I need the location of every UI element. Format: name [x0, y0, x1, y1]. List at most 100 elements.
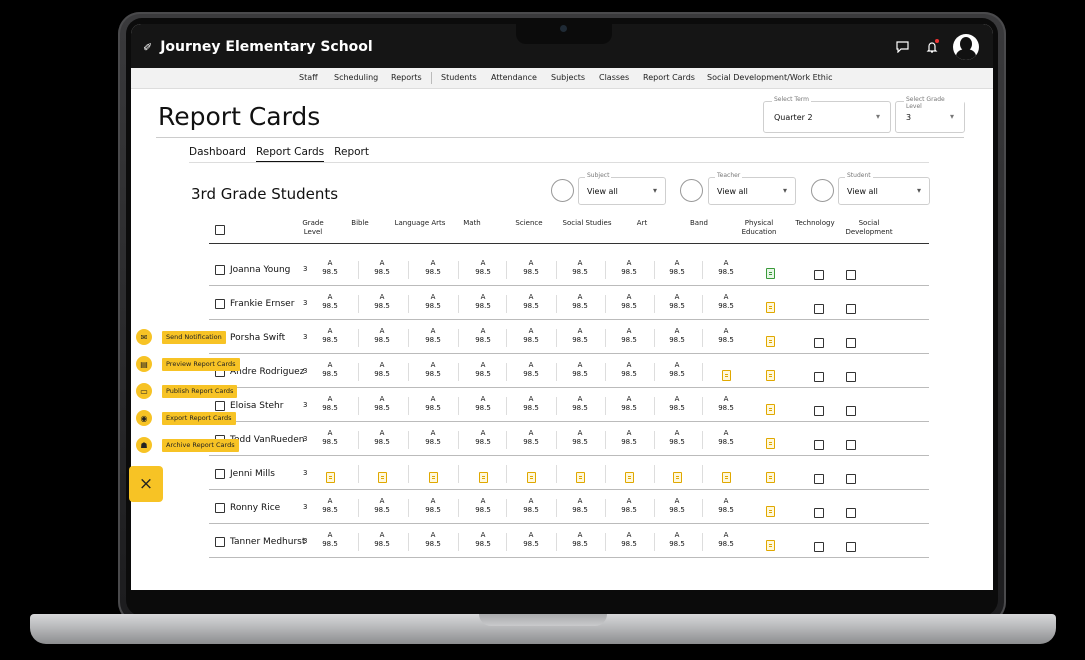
report-card-doc-icon[interactable] [619, 468, 639, 487]
student-name-cell[interactable]: Frankie Ernser [215, 299, 294, 309]
export-report-cards-icon[interactable]: ◉ [136, 410, 152, 426]
nav-staff[interactable]: Staff [299, 73, 318, 82]
nav-social-development[interactable]: Social Development/Work Ethic [707, 73, 833, 82]
technology-checkbox[interactable] [809, 298, 829, 317]
publish-report-cards-button[interactable]: Publish Report Cards [162, 385, 238, 398]
tab-report[interactable]: Report [334, 146, 369, 163]
technology-checkbox[interactable] [809, 536, 829, 555]
grade-cell: A 98.5 [317, 293, 343, 311]
send-notification-icon[interactable]: ✉ [136, 329, 152, 345]
report-card-doc-icon[interactable] [320, 468, 340, 487]
social-development-checkbox[interactable] [841, 400, 861, 419]
technology-checkbox[interactable] [809, 366, 829, 385]
report-card-doc-icon[interactable] [760, 332, 780, 351]
grade-letter: A [379, 327, 385, 335]
report-card-doc-icon[interactable] [372, 468, 392, 487]
student-name-cell[interactable]: Eloisa Stehr [215, 401, 283, 411]
social-development-checkbox[interactable] [841, 536, 861, 555]
grade-cell: A 98.5 [567, 395, 593, 413]
grade-score: 98.5 [374, 404, 390, 412]
tab-report-cards[interactable]: Report Cards [255, 146, 325, 163]
grade-score: 98.5 [572, 302, 588, 310]
report-card-doc-icon[interactable] [760, 502, 780, 521]
row-checkbox[interactable] [215, 469, 225, 479]
term-select-value: Quarter 2 [774, 113, 813, 122]
student-name-cell[interactable]: Tanner Medhurst [215, 537, 305, 547]
grade-letter: A [674, 259, 680, 267]
report-card-doc-icon[interactable] [760, 298, 780, 317]
subject-filter[interactable]: Subject View all ▾ [578, 172, 666, 205]
report-card-doc-icon[interactable] [760, 468, 780, 487]
student-name-cell[interactable]: Ronny Rice [215, 503, 280, 513]
term-select[interactable]: Select Term Quarter 2 ▾ [763, 96, 891, 133]
student-name-cell[interactable]: Joanna Young [215, 265, 290, 275]
completed-doc-icon[interactable] [760, 264, 780, 283]
user-avatar[interactable] [953, 34, 979, 60]
nav-reports[interactable]: Reports [391, 73, 422, 82]
grade-cell: A 98.5 [420, 531, 446, 549]
close-menu-button[interactable]: × [129, 466, 163, 502]
grade-level-cell: 3 [303, 503, 308, 511]
social-development-checkbox[interactable] [841, 366, 861, 385]
report-card-doc-icon[interactable] [570, 468, 590, 487]
technology-checkbox[interactable] [809, 264, 829, 283]
archive-report-cards-button[interactable]: Archive Report Cards [162, 439, 239, 452]
report-card-doc-icon[interactable] [760, 366, 780, 385]
preview-report-cards-icon[interactable]: ▤ [136, 356, 152, 372]
social-development-checkbox[interactable] [841, 468, 861, 487]
grade-level-select[interactable]: Select Grade Level 3 ▾ [895, 96, 965, 133]
row-checkbox[interactable] [215, 503, 225, 513]
student-name-cell[interactable]: Jenni Mills [215, 469, 275, 479]
row-checkbox[interactable] [215, 265, 225, 275]
nav-attendance[interactable]: Attendance [491, 73, 537, 82]
nav-scheduling[interactable]: Scheduling [334, 73, 378, 82]
report-card-doc-icon[interactable] [473, 468, 493, 487]
send-notification-button[interactable]: Send Notification [162, 331, 226, 344]
technology-checkbox[interactable] [809, 434, 829, 453]
report-card-doc-icon[interactable] [716, 468, 736, 487]
technology-checkbox[interactable] [809, 332, 829, 351]
row-checkbox[interactable] [215, 401, 225, 411]
row-checkbox[interactable] [215, 537, 225, 547]
social-development-checkbox[interactable] [841, 332, 861, 351]
cell-divider [605, 261, 606, 279]
row-checkbox[interactable] [215, 299, 225, 309]
report-card-doc-icon[interactable] [423, 468, 443, 487]
social-development-checkbox[interactable] [841, 298, 861, 317]
brand[interactable]: ✐ Journey Elementary School [143, 39, 373, 55]
grade-score: 98.5 [425, 370, 441, 378]
table-row: Porsha Swift 3 A 98.5 A 98.5 A 98.5 A 98.5 A 98.5 A 9… [209, 321, 929, 354]
preview-report-cards-button[interactable]: Preview Report Cards [162, 358, 240, 371]
technology-checkbox[interactable] [809, 400, 829, 419]
social-development-checkbox[interactable] [841, 502, 861, 521]
nav-students[interactable]: Students [441, 73, 477, 82]
technology-checkbox[interactable] [809, 468, 829, 487]
grade-cell: A 98.5 [713, 497, 739, 515]
select-all-checkbox[interactable] [215, 225, 225, 235]
nav-subjects[interactable]: Subjects [551, 73, 585, 82]
cell-divider [358, 465, 359, 483]
report-card-doc-icon[interactable] [716, 366, 736, 385]
bell-icon[interactable] [923, 38, 941, 56]
report-card-doc-icon[interactable] [760, 400, 780, 419]
report-card-doc-icon[interactable] [760, 434, 780, 453]
teacher-filter[interactable]: Teacher View all ▾ [708, 172, 796, 205]
chevron-down-icon: ▾ [875, 112, 880, 121]
student-filter[interactable]: Student View all ▾ [838, 172, 930, 205]
publish-report-cards-icon[interactable]: ▭ [136, 383, 152, 399]
grade-score: 98.5 [718, 438, 734, 446]
report-card-doc-icon[interactable] [521, 468, 541, 487]
technology-checkbox[interactable] [809, 502, 829, 521]
social-development-checkbox[interactable] [841, 264, 861, 283]
report-card-doc-icon[interactable] [760, 536, 780, 555]
export-report-cards-button[interactable]: Export Report Cards [162, 412, 236, 425]
report-card-doc-icon[interactable] [667, 468, 687, 487]
chat-icon[interactable] [893, 38, 911, 56]
social-development-checkbox[interactable] [841, 434, 861, 453]
archive-report-cards-icon[interactable]: ☗ [136, 437, 152, 453]
tab-dashboard[interactable]: Dashboard [189, 146, 246, 163]
nav-report-cards[interactable]: Report Cards [643, 73, 695, 82]
nav-classes[interactable]: Classes [599, 73, 629, 82]
grade-letter: A [379, 531, 385, 539]
grade-cell: A 98.5 [518, 327, 544, 345]
